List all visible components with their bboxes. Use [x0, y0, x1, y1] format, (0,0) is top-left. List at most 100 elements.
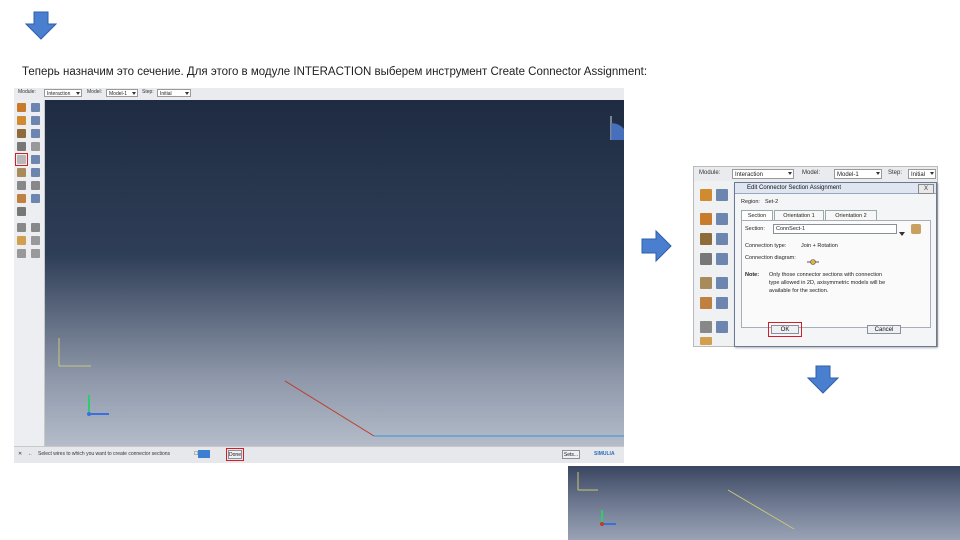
down-arrow-right: [806, 365, 840, 394]
dlg-tool-12-icon[interactable]: [716, 297, 728, 309]
wire-lines: [284, 380, 624, 437]
dlg-tool-13-icon[interactable]: [700, 321, 712, 333]
result-wire-line: [727, 489, 795, 530]
interaction-create-icon[interactable]: [17, 103, 26, 112]
connection-diagram-icon: [807, 253, 819, 265]
done-button[interactable]: Done: [228, 450, 242, 459]
edit-connector-section-dialog: Edit Connector Section Assignment X Regi…: [734, 182, 937, 347]
tab-section[interactable]: Section: [741, 210, 773, 220]
section-dropdown-arrow-icon[interactable]: [899, 225, 905, 236]
cancel-procedure-icon[interactable]: ✕: [18, 451, 22, 457]
dlg-tool-14-icon[interactable]: [716, 321, 728, 333]
dlg-model-combo[interactable]: Model-1: [834, 169, 882, 179]
connection-diagram-label: Connection diagram:: [745, 255, 796, 261]
sets-button[interactable]: Sets...: [562, 450, 580, 459]
note-line-1: Only those connector sections with conne…: [769, 272, 883, 278]
dlg-tool-4-icon[interactable]: [716, 213, 728, 225]
rotate-view-icon[interactable]: [17, 249, 26, 258]
status-bar: ✕ ← Select wires to which you want to cr…: [14, 446, 624, 463]
result-global-axis-icon: [577, 472, 598, 491]
spring-icon[interactable]: [17, 194, 26, 203]
global-axis-icon: [58, 338, 91, 367]
abaqus-main-window: Module: Interaction Model: Model-1 Step:…: [14, 88, 624, 463]
axes-view-icon[interactable]: [31, 249, 40, 258]
status-prompt: Select wires to which you want to create…: [38, 451, 171, 457]
dlg-model-label: Model:: [802, 170, 821, 176]
axis-triad-icon: [87, 395, 109, 416]
right-arrow: [641, 229, 672, 263]
module-combo[interactable]: Interaction: [44, 89, 82, 97]
note-line-3: available for the section.: [769, 288, 829, 294]
dlg-tool-9-icon[interactable]: [700, 277, 712, 289]
box-tool-icon[interactable]: [17, 236, 26, 245]
csys-icon[interactable]: [17, 207, 26, 216]
dlg-tool-2-icon[interactable]: [716, 189, 728, 201]
dialog-close-button[interactable]: X: [918, 184, 934, 194]
module-label: Module:: [18, 89, 36, 95]
dlg-tool-8-icon[interactable]: [716, 253, 728, 265]
dialog-toolbox: [694, 183, 732, 345]
constraint-create-icon[interactable]: [17, 129, 26, 138]
toolbox: [14, 100, 45, 446]
model-label: Model:: [87, 89, 103, 95]
interaction-property-icon[interactable]: [17, 116, 26, 125]
arrow-tool-icon[interactable]: [17, 223, 26, 232]
step-label: Step:: [142, 89, 154, 95]
grid-tool-icon[interactable]: [31, 236, 40, 245]
dlg-module-label: Module:: [699, 170, 721, 176]
viewport-canvas: [58, 116, 624, 437]
dlg-tool-7-icon[interactable]: [700, 253, 712, 265]
cancel-button[interactable]: Cancel: [867, 325, 901, 334]
line-tool-icon[interactable]: [17, 181, 26, 190]
viewport[interactable]: [45, 100, 624, 446]
section-combo[interactable]: ConnSect-1: [773, 224, 897, 234]
dlg-step-label: Step:: [888, 170, 903, 176]
note-line-2: type allowed in 2D, axisymmetric models …: [769, 280, 886, 286]
assignment-manager-icon[interactable]: [31, 155, 40, 164]
tab-orientation-1[interactable]: Orientation 1: [774, 210, 824, 220]
simulia-logo: SIMULIA: [594, 451, 615, 457]
interaction-manager-icon[interactable]: [31, 103, 40, 112]
step-combo[interactable]: Initial: [157, 89, 191, 97]
dlg-tool-3-icon[interactable]: [700, 213, 712, 225]
dlg-module-combo[interactable]: Interaction: [732, 169, 794, 179]
dialog-context-bar: Module: Interaction Model: Model-1 Step:…: [694, 167, 937, 181]
view-triad-icon: [610, 116, 624, 140]
region-value: Set-2: [765, 199, 779, 205]
dlg-tool-1-icon[interactable]: [700, 189, 712, 201]
dlg-tool-5-icon[interactable]: [700, 233, 712, 245]
region-label: Region:: [741, 199, 760, 205]
selection-field[interactable]: [198, 450, 210, 458]
connector-rotate-icon[interactable]: [31, 142, 40, 151]
dlg-tool-15-icon[interactable]: [700, 337, 712, 345]
constraint-manager-icon[interactable]: [31, 129, 40, 138]
connection-type-value: Join + Rotation: [801, 243, 838, 249]
fastener-icon[interactable]: [17, 168, 26, 177]
create-connector-assignment-icon[interactable]: [17, 155, 26, 164]
diagonal-tool-icon[interactable]: [31, 223, 40, 232]
property-manager-icon[interactable]: [31, 116, 40, 125]
slide-caption: Теперь назначим это сечение. Для этого в…: [22, 66, 648, 78]
dlg-step-combo[interactable]: Initial: [908, 169, 936, 179]
section-label: Section:: [745, 226, 765, 232]
spring-manager-icon[interactable]: [31, 194, 40, 203]
section-manager-icon[interactable]: [911, 224, 921, 234]
connection-type-label: Connection type:: [745, 243, 787, 249]
result-canvas: [577, 472, 795, 530]
dlg-tool-10-icon[interactable]: [716, 277, 728, 289]
down-arrow-top: [24, 11, 58, 40]
dlg-tool-6-icon[interactable]: [716, 233, 728, 245]
dialog-screenshot: Module: Interaction Model: Model-1 Step:…: [693, 166, 938, 347]
curve-tool-icon[interactable]: [31, 181, 40, 190]
note-label: Note:: [745, 272, 760, 278]
dlg-tool-11-icon[interactable]: [700, 297, 712, 309]
result-axis-triad-icon: [600, 510, 616, 526]
tab-orientation-2[interactable]: Orientation 2: [825, 210, 877, 220]
model-combo[interactable]: Model-1: [106, 89, 138, 97]
dialog-title: Edit Connector Section Assignment: [735, 183, 936, 194]
wire-tool-icon[interactable]: [17, 142, 26, 151]
back-icon[interactable]: ←: [28, 451, 33, 457]
result-viewport: [568, 466, 960, 540]
ok-button[interactable]: OK: [771, 325, 799, 334]
fastener-manager-icon[interactable]: [31, 168, 40, 177]
